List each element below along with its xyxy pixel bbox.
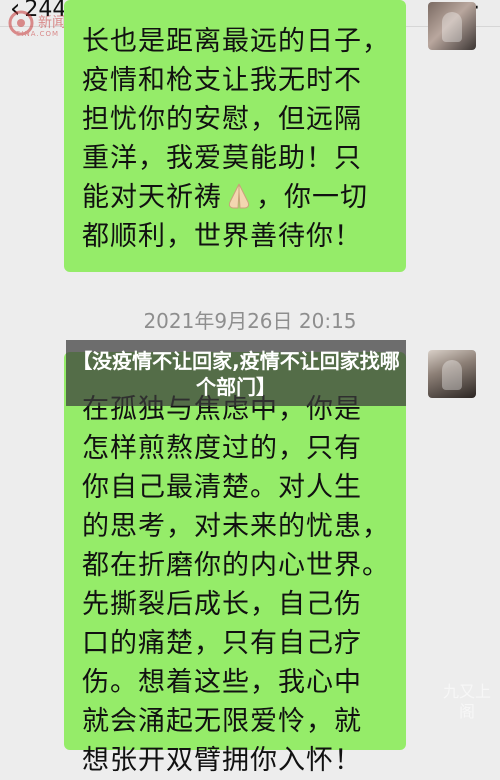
message-line-with-emoji: 能对天祈祷 ，你一切 xyxy=(82,178,406,217)
folded-hands-emoji-icon xyxy=(228,183,250,209)
message-line: 你自己最清楚。对人生 xyxy=(82,472,362,503)
headline-overlay: 【没疫情不让回家,疫情不让回家找哪 个部门】 xyxy=(66,340,406,406)
message-line: 怎样煎熬度过的，只有 xyxy=(82,433,362,464)
logo-subtext: SINA.COM xyxy=(16,30,60,38)
message-line: 长也是距离最远的日子， xyxy=(82,26,390,57)
message-line: 先撕裂后成长，自己伤 xyxy=(82,589,362,620)
message-line: 都在折磨你的内心世界。 xyxy=(82,550,390,581)
message-line: 疫情和枪支让我无时不 xyxy=(82,65,362,96)
message-line: 都顺利，世界善待你！ xyxy=(82,221,362,252)
corner-watermark: 九又上阁 xyxy=(442,682,491,721)
message-bubble[interactable]: 在孤独与焦虑中，你是 怎样煎熬度过的，只有 你自己最清楚。对人生 的思考，对未来… xyxy=(64,352,406,776)
logo-word: 新闻 xyxy=(38,15,66,31)
headline-line-2: 个部门】 xyxy=(196,375,276,399)
message-timestamp: 2021年9月26日 20:15 xyxy=(143,309,357,333)
message-line: 伤。想着这些，我心中 xyxy=(82,667,362,698)
message-bubble[interactable]: 长也是距离最远的日子， 疫情和枪支让我无时不 担忧你的安慰，但远隔 重洋，我爱莫… xyxy=(64,0,406,272)
avatar[interactable] xyxy=(428,350,476,398)
message-line: 的思考，对未来的忧患， xyxy=(82,511,390,542)
avatar[interactable] xyxy=(428,2,476,50)
message-line-text: 能对天祈祷 xyxy=(82,182,222,213)
message-line: 就会涌起无限爱怜，就 xyxy=(82,706,362,737)
message-line: 口的痛楚，只有自己疗 xyxy=(82,628,362,659)
message-line: 想张开双臂拥你入怀！ xyxy=(82,745,362,776)
headline-line-1: 【没疫情不让回家,疫情不让回家找哪 xyxy=(72,349,400,373)
message-line: 重洋，我爱莫能助！只 xyxy=(82,143,362,174)
message-line-tail: ，你一切 xyxy=(256,182,368,213)
message-line: 担忧你的安慰，但远隔 xyxy=(82,104,362,135)
